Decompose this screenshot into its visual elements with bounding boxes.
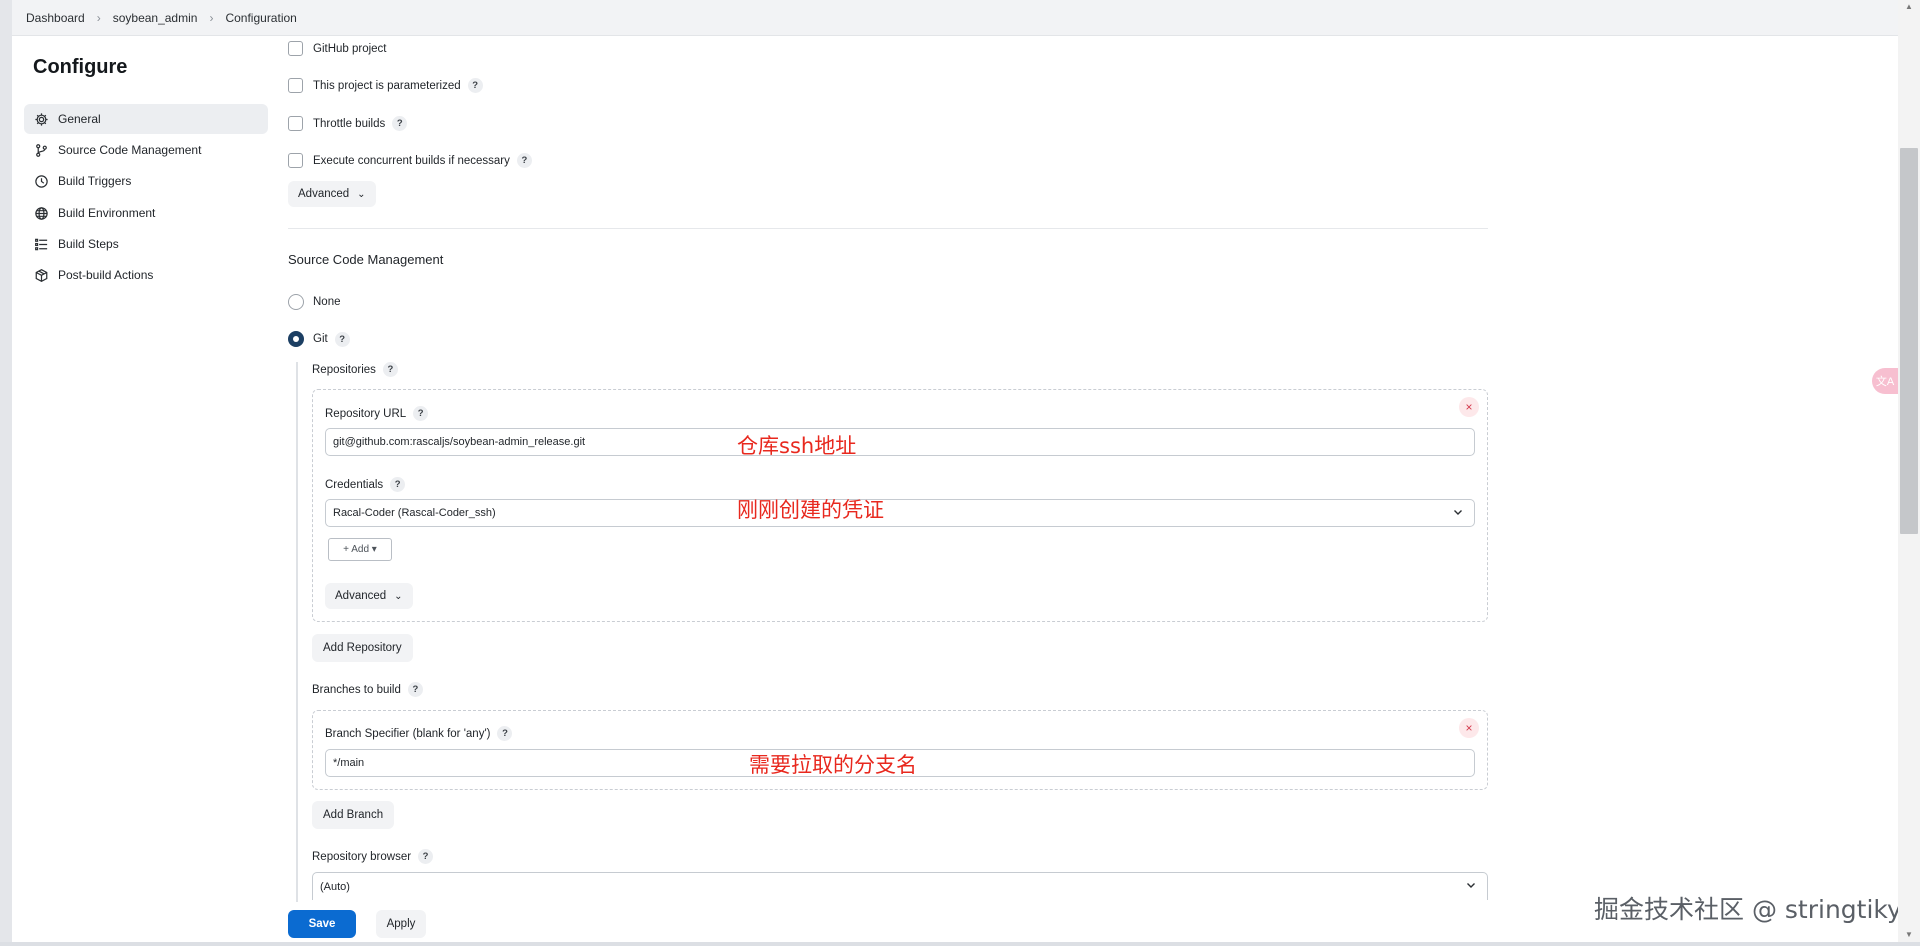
annotation-credentials: 刚刚创建的凭证 (737, 498, 884, 522)
sidebar-item-label: General (58, 112, 101, 126)
option-github-project[interactable]: GitHub project (288, 41, 387, 56)
clock-icon (33, 173, 49, 189)
annotation-branch: 需要拉取的分支名 (749, 753, 917, 777)
help-icon[interactable]: ? (334, 331, 350, 347)
help-icon[interactable]: ? (418, 849, 434, 864)
radio-label: Git (313, 333, 328, 345)
close-icon[interactable]: × (1459, 718, 1479, 738)
repository-browser-value: (Auto) (320, 880, 350, 893)
sidebar-item-build-triggers[interactable]: Build Triggers (24, 166, 268, 196)
credentials-value: Racal-Coder (Rascal-Coder_ssh) (333, 507, 496, 519)
branches-label: Branches to build ? (312, 682, 423, 697)
scroll-down-arrow-icon[interactable]: ▼ (1903, 930, 1915, 940)
general-advanced-button[interactable]: Advanced ⌄ (288, 181, 376, 207)
scm-section-title: Source Code Management (288, 252, 444, 267)
label-text: Repository URL (325, 407, 407, 420)
scm-option-none[interactable]: None (288, 294, 341, 310)
add-repository-button[interactable]: Add Repository (312, 634, 413, 662)
sidebar-item-label: Source Code Management (58, 143, 202, 157)
radio-none[interactable] (288, 294, 304, 310)
label-text: Repository browser (312, 850, 412, 863)
repository-advanced-button[interactable]: Advanced ⌄ (325, 583, 413, 609)
option-throttle-builds[interactable]: Throttle builds ? (288, 116, 408, 131)
option-parameterized[interactable]: This project is parameterized ? (288, 78, 483, 93)
sidebar-item-label: Build Steps (58, 237, 119, 251)
option-label: This project is parameterized (313, 79, 461, 92)
sidebar-item-label: Build Environment (58, 206, 156, 220)
label-text: Branch Specifier (blank for 'any') (325, 727, 491, 740)
option-concurrent-builds[interactable]: Execute concurrent builds if necessary ? (288, 153, 532, 168)
breadcrumb-project[interactable]: soybean_admin (113, 11, 198, 25)
option-label: Throttle builds (313, 117, 386, 130)
add-credentials-button[interactable]: + Add ▾ (328, 538, 392, 561)
sidebar-item-general[interactable]: General (24, 104, 268, 134)
chevron-down-icon (1467, 883, 1475, 888)
checkbox[interactable] (288, 41, 303, 56)
sidebar-item-source-code-management[interactable]: Source Code Management (24, 135, 268, 165)
git-section-indent-line (296, 362, 298, 902)
scrollbar-thumb[interactable] (1900, 148, 1918, 534)
help-icon[interactable]: ? (407, 682, 423, 697)
repositories-label: Repositories ? (312, 362, 398, 377)
breadcrumb-configuration[interactable]: Configuration (225, 11, 296, 25)
repository-browser-label: Repository browser ? (312, 849, 434, 864)
chevron-down-icon: ⌄ (394, 590, 403, 602)
sidebar-item-build-steps[interactable]: Build Steps (24, 229, 268, 259)
label-text: Repositories (312, 363, 376, 376)
help-icon[interactable]: ? (392, 116, 408, 131)
button-label: Advanced (335, 590, 387, 602)
checkbox[interactable] (288, 116, 303, 131)
annotation-repo-url: 仓库ssh地址 (737, 434, 857, 458)
sidebar-item-label: Post-build Actions (58, 268, 154, 282)
credentials-select[interactable]: Racal-Coder (Rascal-Coder_ssh) (325, 499, 1475, 527)
globe-icon (33, 205, 49, 221)
page-title: Configure (33, 56, 128, 78)
window-bottom-frame (0, 942, 1920, 946)
radio-git-selected[interactable] (288, 331, 304, 347)
label-text: Credentials (325, 478, 384, 491)
option-label: GitHub project (313, 42, 387, 55)
close-icon[interactable]: × (1459, 397, 1479, 417)
sidebar-item-post-build-actions[interactable]: Post-build Actions (24, 260, 268, 290)
package-icon (33, 267, 49, 283)
apply-button[interactable]: Apply (376, 910, 426, 938)
sidebar-item-label: Build Triggers (58, 174, 132, 188)
chevron-right-icon: › (209, 10, 214, 25)
help-icon[interactable]: ? (497, 726, 513, 741)
label-text: Branches to build (312, 683, 401, 696)
help-icon[interactable]: ? (413, 406, 429, 421)
branch-icon (33, 142, 49, 158)
add-branch-button[interactable]: Add Branch (312, 801, 395, 829)
breadcrumb: Dashboard › soybean_admin › Configuratio… (12, 0, 1898, 36)
branch-specifier-label: Branch Specifier (blank for 'any') ? (325, 726, 513, 741)
window-left-frame (0, 0, 12, 946)
repository-url-input[interactable]: git@github.com:rascaljs/soybean-admin_re… (325, 428, 1475, 456)
repository-url-label: Repository URL ? (325, 406, 429, 421)
breadcrumb-dashboard[interactable]: Dashboard (26, 11, 85, 25)
section-divider (288, 228, 1488, 229)
help-icon[interactable]: ? (467, 78, 483, 93)
watermark: 掘金技术社区 @ stringtiky (1594, 895, 1902, 924)
help-icon[interactable]: ? (516, 153, 532, 168)
button-label: Advanced (298, 188, 350, 200)
translate-icon[interactable]: 文A (1872, 368, 1898, 394)
option-label: Execute concurrent builds if necessary (313, 154, 510, 167)
gear-icon (33, 111, 49, 127)
credentials-label: Credentials ? (325, 477, 406, 492)
radio-label: None (313, 296, 341, 308)
chevron-right-icon: › (96, 10, 101, 25)
chevron-down-icon: ⌄ (357, 188, 366, 200)
chevron-down-icon (1454, 510, 1462, 515)
checkbox[interactable] (288, 78, 303, 93)
repository-browser-select[interactable]: (Auto) (312, 872, 1488, 900)
help-icon[interactable]: ? (390, 477, 406, 492)
save-button[interactable]: Save (288, 910, 356, 938)
help-icon[interactable]: ? (382, 362, 398, 377)
sidebar-item-build-environment[interactable]: Build Environment (24, 198, 268, 228)
list-icon (33, 236, 49, 252)
checkbox[interactable] (288, 153, 303, 168)
scm-option-git[interactable]: Git ? (288, 331, 350, 347)
scroll-up-arrow-icon[interactable]: ▲ (1903, 2, 1915, 12)
